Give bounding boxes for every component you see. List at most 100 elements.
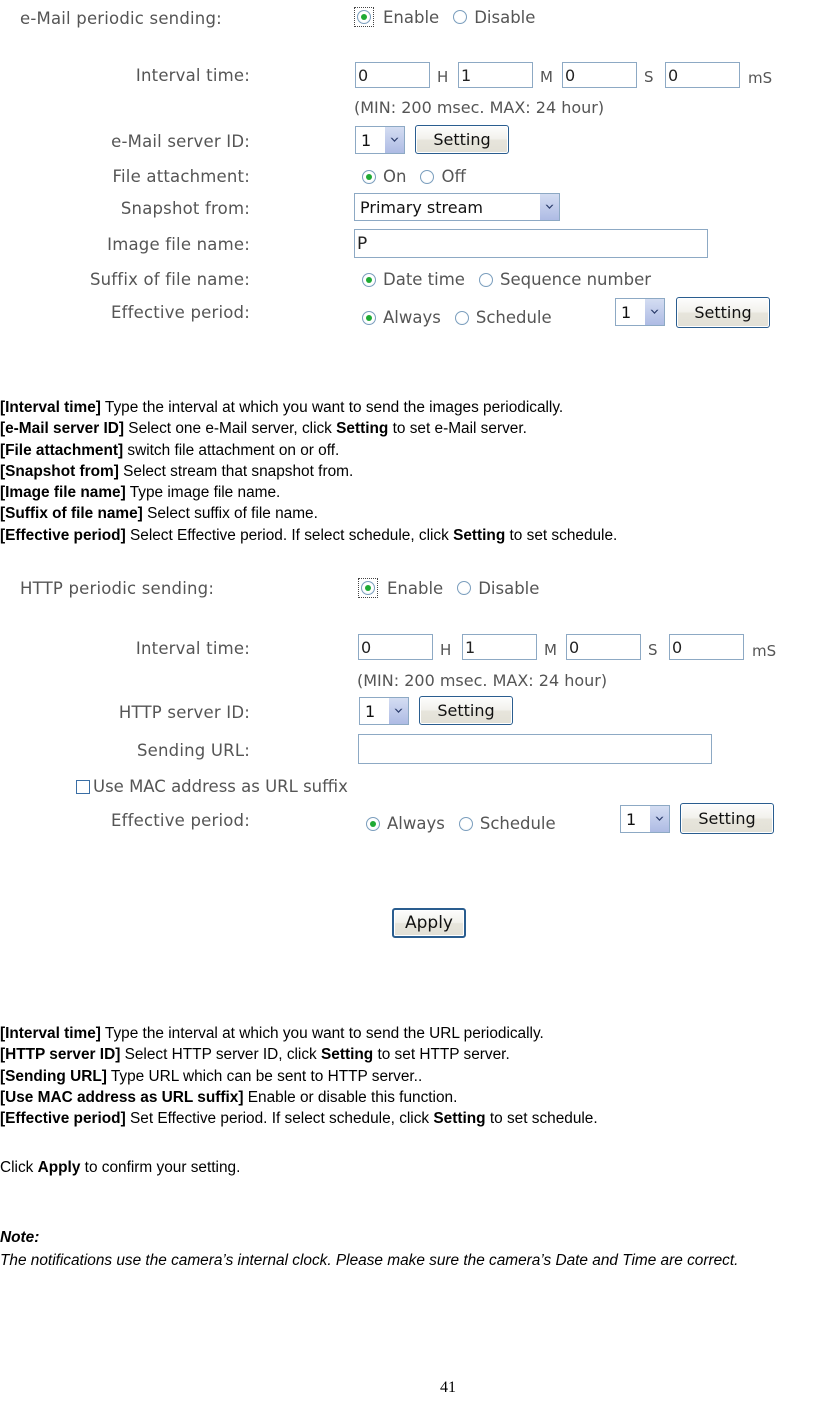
http-effective-always-label[interactable]: Always bbox=[387, 814, 445, 833]
desc-term: [e-Mail server ID] bbox=[0, 420, 125, 438]
http-effective-period-radios: Always Schedule bbox=[366, 814, 562, 833]
http-description-item: [HTTP server ID] Select HTTP server ID, … bbox=[0, 1044, 832, 1065]
desc-bold: Setting bbox=[453, 526, 506, 544]
desc-term: [Interval time] bbox=[0, 399, 101, 416]
desc-term: [Effective period] bbox=[0, 1110, 126, 1128]
use-mac-address-checkbox[interactable] bbox=[76, 779, 90, 794]
email-server-id-value: 1 bbox=[361, 130, 372, 150]
http-interval-hours-unit: H bbox=[440, 641, 452, 659]
email-enable-radio[interactable] bbox=[357, 10, 371, 24]
http-effective-schedule-label[interactable]: Schedule bbox=[480, 814, 556, 833]
email-suffix-sequence-number-radio[interactable] bbox=[478, 272, 493, 287]
chevron-down-icon[interactable] bbox=[385, 127, 404, 153]
http-effective-period-label: Effective period: bbox=[110, 811, 250, 830]
email-description-item: [Interval time] Type the interval at whi… bbox=[0, 397, 832, 418]
desc-term: [Image file name] bbox=[0, 484, 126, 502]
email-interval-hours-input[interactable] bbox=[355, 62, 430, 88]
email-suffix-sequence-number-label[interactable]: Sequence number bbox=[500, 270, 651, 289]
desc-text: Type URL which can be sent to HTTP serve… bbox=[106, 1067, 423, 1085]
http-disable-radio[interactable] bbox=[457, 581, 472, 595]
email-image-file-name-input[interactable] bbox=[354, 229, 708, 258]
http-periodic-sending-radios: Enable Disable bbox=[358, 578, 553, 598]
desc-text: Set Effective period. If select schedule… bbox=[125, 1110, 434, 1128]
desc-text: Enable or disable this function. bbox=[243, 1088, 458, 1106]
http-description-item: [Effective period] Set Effective period.… bbox=[0, 1108, 832, 1129]
email-snapshot-from-label: Snapshot from: bbox=[120, 199, 250, 218]
email-interval-hint: (MIN: 200 msec. MAX: 24 hour) bbox=[354, 98, 605, 117]
chevron-down-icon[interactable] bbox=[389, 698, 408, 724]
http-interval-seconds-unit: S bbox=[648, 641, 658, 659]
http-effective-schedule-radio[interactable] bbox=[458, 816, 473, 831]
email-effective-always-label[interactable]: Always bbox=[383, 308, 441, 327]
email-enable-label[interactable]: Enable bbox=[383, 8, 439, 27]
email-schedule-id-value: 1 bbox=[621, 302, 632, 322]
email-server-id-setting-button[interactable]: Setting bbox=[415, 125, 509, 154]
chevron-down-icon[interactable] bbox=[650, 806, 669, 832]
use-mac-address-label[interactable]: Use MAC address as URL suffix bbox=[93, 777, 348, 796]
email-file-attachment-on-radio[interactable] bbox=[362, 169, 376, 184]
email-effective-always-radio[interactable] bbox=[362, 310, 376, 325]
desc-bold: Setting bbox=[433, 1110, 486, 1128]
email-description-item: [Suffix of file name] Select suffix of f… bbox=[0, 503, 832, 524]
http-effective-always-radio[interactable] bbox=[366, 816, 380, 831]
email-interval-hours-unit: H bbox=[437, 68, 449, 86]
email-effective-period-radios: Always Schedule bbox=[362, 308, 558, 327]
email-file-attachment-on-label[interactable]: On bbox=[383, 167, 406, 186]
email-snapshot-from-select[interactable]: Primary stream bbox=[354, 193, 560, 221]
http-use-mac-checkbox-row[interactable]: Use MAC address as URL suffix bbox=[76, 777, 348, 796]
email-suffix-date-time-label[interactable]: Date time bbox=[383, 270, 465, 289]
email-disable-radio[interactable] bbox=[453, 10, 468, 24]
email-server-id-select[interactable]: 1 bbox=[355, 126, 405, 154]
email-suffix-radios: Date time Sequence number bbox=[362, 270, 665, 289]
email-file-attachment-off-label[interactable]: Off bbox=[441, 167, 465, 186]
http-interval-milliseconds-input[interactable] bbox=[669, 634, 744, 660]
email-suffix-date-time-radio[interactable] bbox=[362, 272, 376, 287]
http-description-item: [Sending URL] Type URL which can be sent… bbox=[0, 1066, 832, 1087]
email-interval-seconds-input[interactable] bbox=[562, 62, 637, 88]
note-body: The notifications use the camera’s inter… bbox=[0, 1252, 739, 1269]
http-interval-seconds-input[interactable] bbox=[566, 634, 641, 660]
desc-text: Select stream that snapshot from. bbox=[118, 462, 354, 480]
apply-instruction: Click Apply to confirm your setting. bbox=[0, 1157, 240, 1178]
email-effective-setting-button[interactable]: Setting bbox=[676, 297, 770, 328]
email-interval-seconds-unit: S bbox=[644, 68, 654, 86]
desc-term: [Snapshot from] bbox=[0, 462, 119, 480]
email-description-list: [Interval time] Type the interval at whi… bbox=[0, 397, 832, 546]
email-suffix-label: Suffix of file name: bbox=[89, 270, 250, 289]
email-enable-focus-ring bbox=[354, 7, 374, 27]
email-interval-milliseconds-input[interactable] bbox=[665, 62, 740, 88]
email-disable-label[interactable]: Disable bbox=[474, 8, 535, 27]
http-schedule-id-select[interactable]: 1 bbox=[620, 805, 670, 833]
email-schedule-id-select[interactable]: 1 bbox=[615, 298, 665, 326]
page-number: 41 bbox=[440, 1379, 456, 1396]
http-server-id-select[interactable]: 1 bbox=[359, 697, 409, 725]
email-image-file-name-label: Image file name: bbox=[107, 235, 250, 254]
http-enable-radio[interactable] bbox=[361, 581, 375, 595]
http-interval-minutes-unit: M bbox=[544, 641, 557, 659]
http-sending-url-input[interactable] bbox=[358, 734, 712, 764]
http-server-id-setting-button[interactable]: Setting bbox=[419, 696, 513, 725]
email-file-attachment-off-radio[interactable] bbox=[420, 169, 435, 184]
http-enable-label[interactable]: Enable bbox=[387, 579, 443, 598]
chevron-down-icon[interactable] bbox=[645, 299, 664, 325]
http-disable-label[interactable]: Disable bbox=[478, 579, 539, 598]
http-effective-setting-button[interactable]: Setting bbox=[680, 803, 774, 834]
http-interval-minutes-input[interactable] bbox=[462, 634, 537, 660]
desc-term: [Effective period] bbox=[0, 526, 126, 544]
desc-term: [File attachment] bbox=[0, 441, 124, 459]
email-effective-schedule-label[interactable]: Schedule bbox=[476, 308, 552, 327]
desc-term: [HTTP server ID] bbox=[0, 1046, 121, 1064]
http-enable-focus-ring bbox=[358, 578, 378, 598]
email-file-attachment-label: File attachment: bbox=[112, 167, 250, 186]
email-effective-schedule-radio[interactable] bbox=[454, 310, 469, 325]
http-interval-hours-input[interactable] bbox=[358, 634, 433, 660]
email-interval-minutes-input[interactable] bbox=[458, 62, 533, 88]
apply-button[interactable]: Apply bbox=[392, 908, 466, 938]
desc-text: Type the interval at which you want to s… bbox=[100, 399, 564, 416]
email-effective-period-label: Effective period: bbox=[110, 303, 250, 322]
desc-term: [Interval time] bbox=[0, 1025, 101, 1042]
apply-instruction-bold: Apply bbox=[37, 1159, 81, 1176]
chevron-down-icon[interactable] bbox=[540, 194, 559, 220]
desc-text: Select suffix of file name. bbox=[142, 505, 318, 523]
http-interval-time-label: Interval time: bbox=[135, 639, 250, 658]
